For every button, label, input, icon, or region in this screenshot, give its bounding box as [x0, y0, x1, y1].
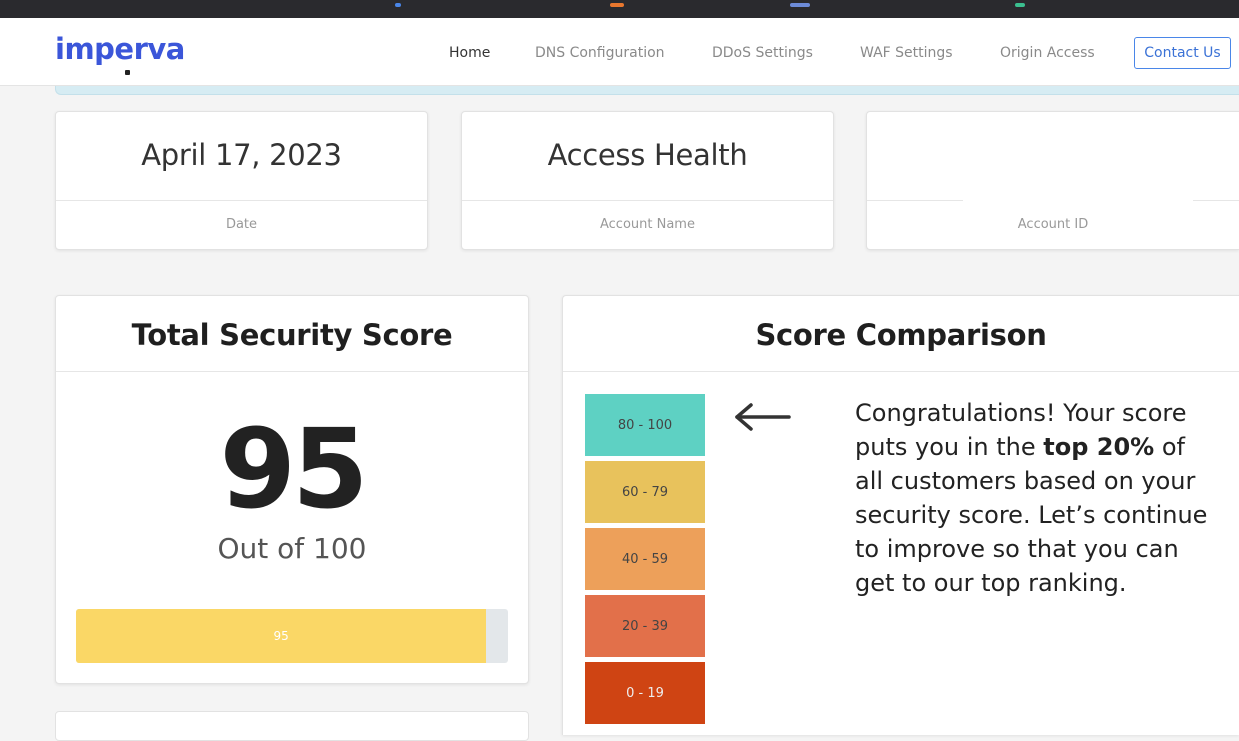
tier-0-19: 0 - 19: [585, 662, 705, 724]
browser-top-strip: [0, 0, 1239, 18]
logo-dot-mark: [125, 70, 130, 75]
card-divider: [56, 200, 427, 201]
nav-home[interactable]: Home: [449, 45, 490, 61]
strip-mark: [1015, 3, 1025, 7]
next-panel-card: [55, 711, 529, 741]
strip-mark: [395, 3, 401, 7]
account-name-value: Access Health: [547, 138, 748, 172]
strip-mark: [790, 3, 810, 7]
total-security-score-panel: Total Security Score 95 Out of 100 95: [55, 295, 529, 684]
account-id-label: Account ID: [1017, 217, 1089, 232]
account-name-label: Account Name: [600, 217, 695, 232]
comparison-message: Congratulations! Your score puts you in …: [855, 396, 1210, 600]
info-banner: [55, 86, 1239, 95]
date-value: April 17, 2023: [141, 138, 342, 172]
top-navbar: imperva Home DNS Configuration DDoS Sett…: [0, 18, 1239, 86]
account-name-card: Access Health Account Name: [461, 111, 834, 250]
score-progress-bar: 95: [76, 609, 508, 663]
nav-ddos-settings[interactable]: DDoS Settings: [712, 45, 813, 61]
score-progress-fill: 95: [76, 609, 487, 663]
panel-divider: [563, 371, 1239, 372]
redaction-mask: [963, 196, 1193, 206]
imperva-logo[interactable]: imperva: [55, 32, 185, 66]
nav-origin-access[interactable]: Origin Access: [1000, 45, 1095, 61]
date-label: Date: [225, 217, 258, 232]
nav-waf-settings[interactable]: WAF Settings: [860, 45, 953, 61]
message-bold: top 20%: [1043, 433, 1155, 461]
tier-20-39: 20 - 39: [585, 595, 705, 657]
strip-mark: [610, 3, 624, 7]
account-id-card: Account ID: [866, 111, 1239, 250]
nav-dns-configuration[interactable]: DNS Configuration: [535, 45, 665, 61]
date-card: April 17, 2023 Date: [55, 111, 428, 250]
panel-divider: [56, 371, 528, 372]
score-comparison-panel: Score Comparison 80 - 100 60 - 79 40 - 5…: [562, 295, 1239, 735]
security-score-value: 95: [219, 405, 368, 533]
tier-60-79: 60 - 79: [585, 461, 705, 523]
panel-title: Score Comparison: [755, 318, 1047, 352]
tier-40-59: 40 - 59: [585, 528, 705, 590]
panel-title: Total Security Score: [131, 318, 453, 352]
arrow-left-icon: [735, 403, 791, 431]
card-divider: [462, 200, 833, 201]
tier-80-100: 80 - 100: [585, 394, 705, 456]
score-out-of: Out of 100: [217, 532, 367, 565]
contact-us-button[interactable]: Contact Us: [1134, 37, 1231, 69]
progress-label: 95: [273, 629, 289, 643]
